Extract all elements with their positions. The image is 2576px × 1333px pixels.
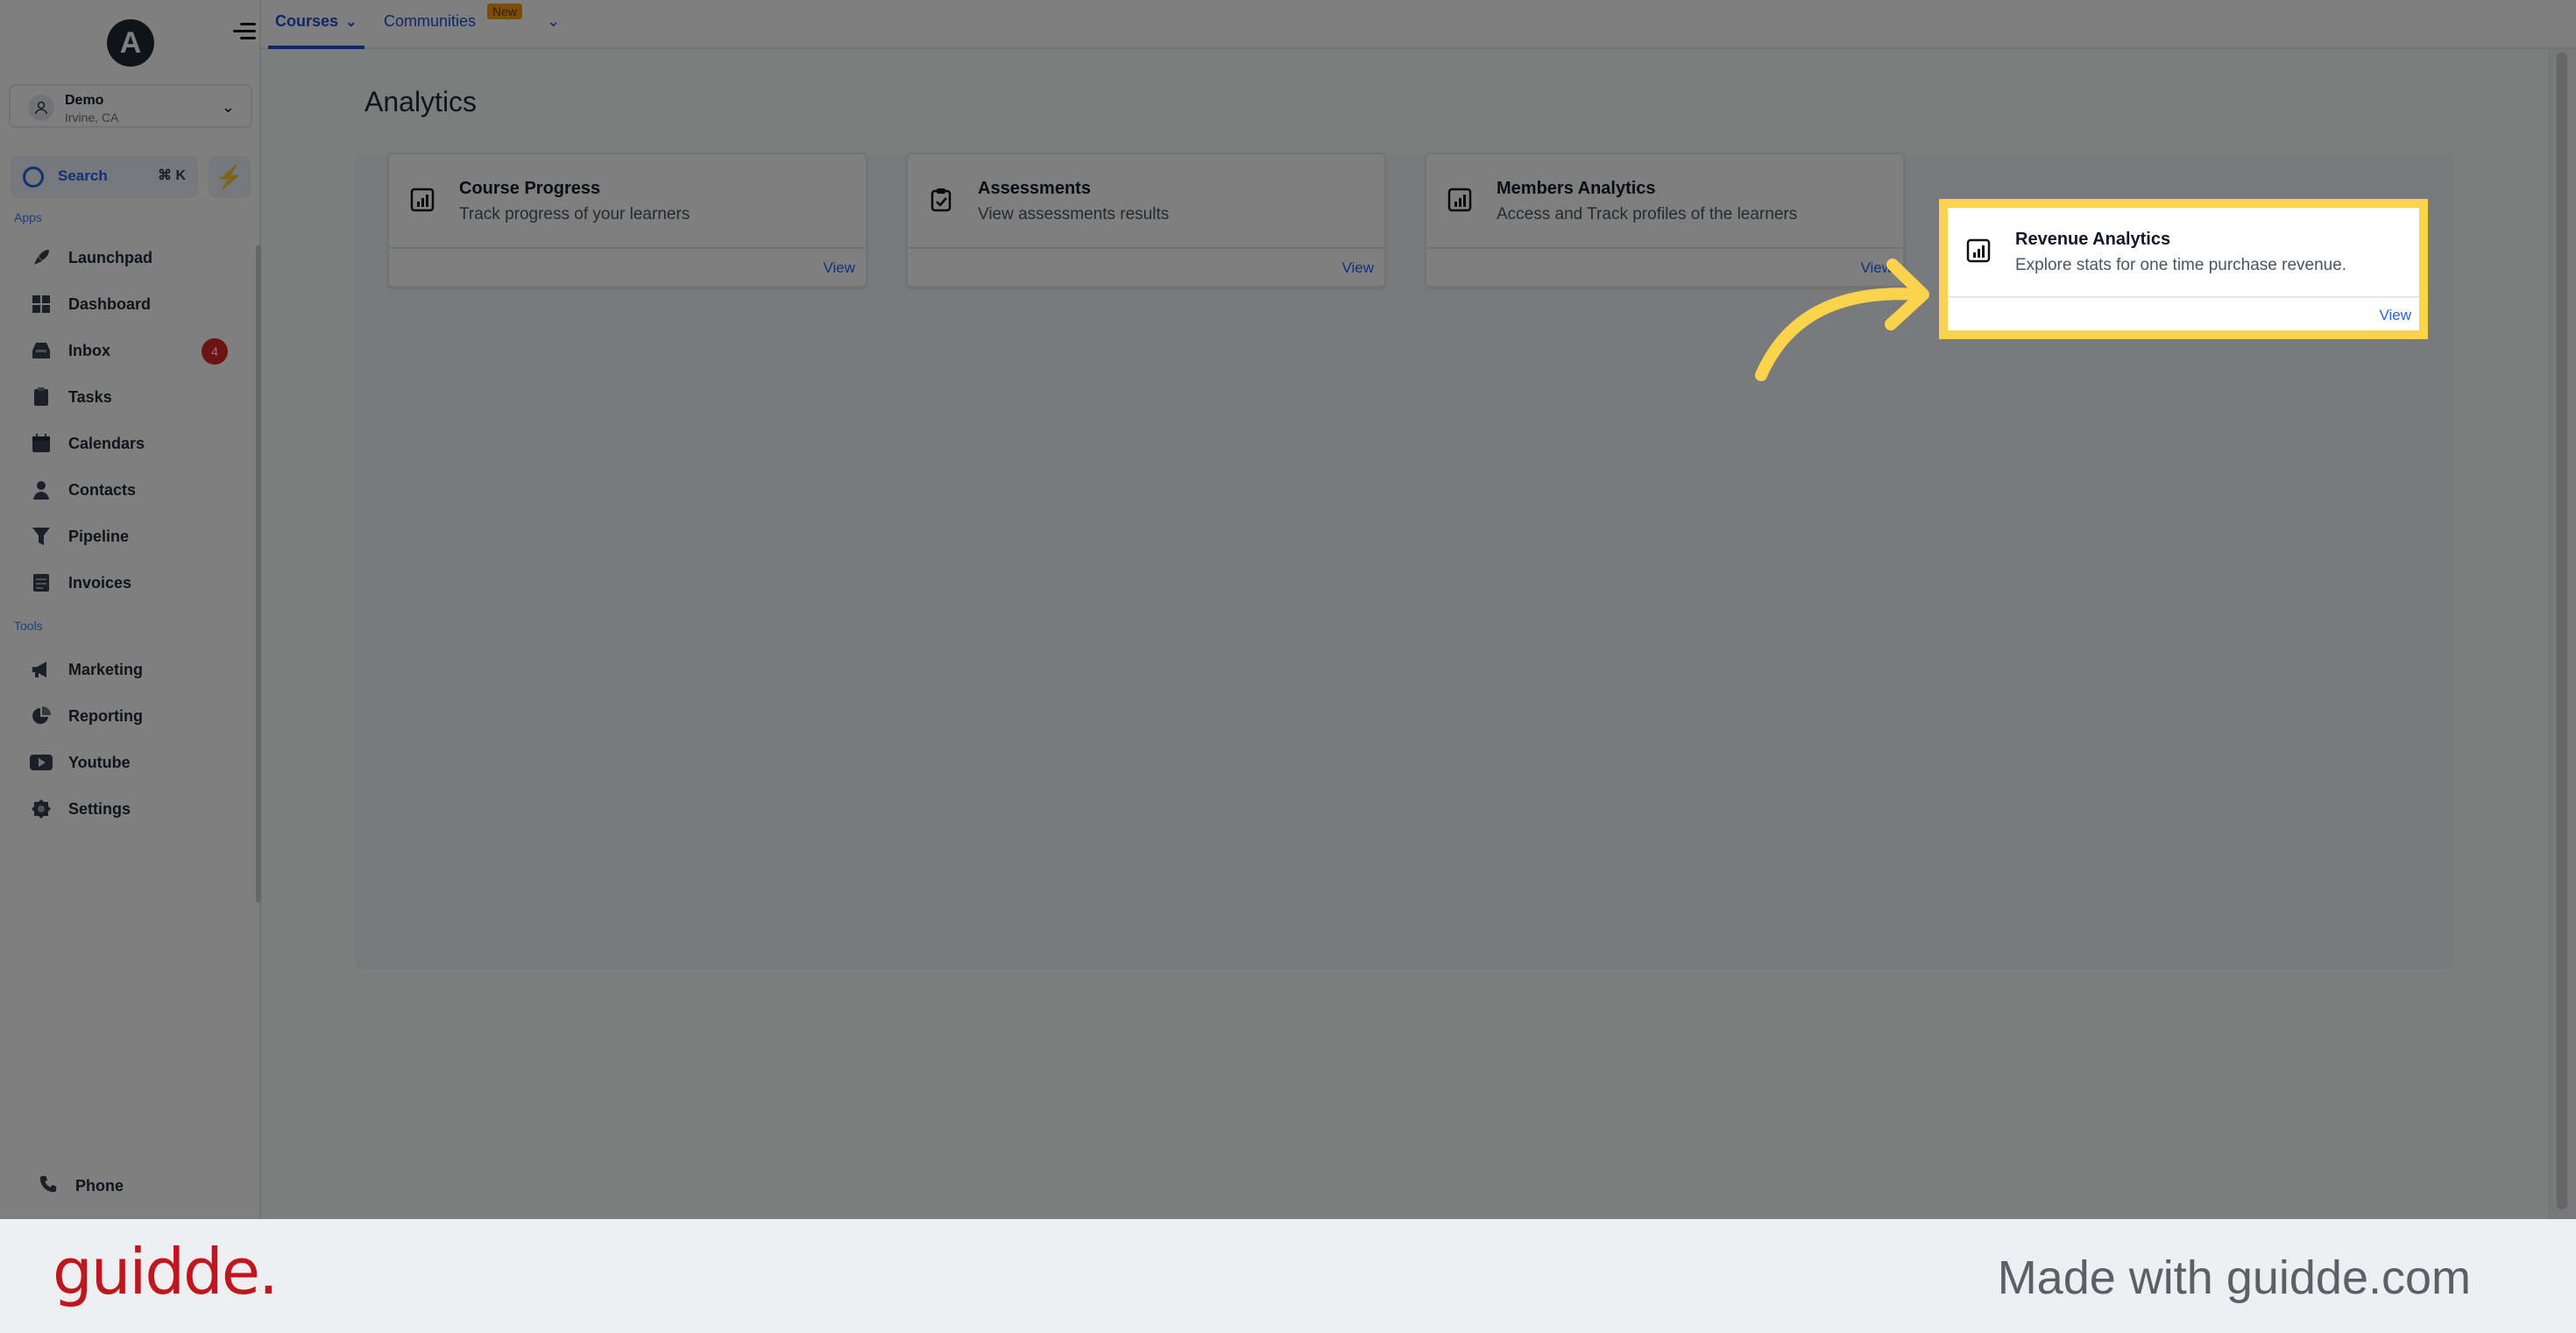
sidebar-item-contacts[interactable]: Contacts <box>30 472 240 507</box>
footer-bar: guidde. Made with guidde.com <box>0 1219 2576 1333</box>
sidebar: A Demo Irvine, CA ⌄ Search ⌘ K ⚡ Apps La… <box>0 0 261 1219</box>
sidebar-item-tasks[interactable]: Tasks <box>30 379 240 415</box>
tasks-icon <box>30 386 53 408</box>
view-link[interactable]: View <box>2379 307 2411 324</box>
account-location: Irvine, CA <box>65 110 119 124</box>
search-shortcut: ⌘ K <box>158 168 186 183</box>
card-title: Revenue Analytics <box>2015 230 2171 249</box>
dashboard-icon <box>30 294 53 315</box>
inbox-icon <box>30 340 53 361</box>
menu-collapse-icon[interactable] <box>233 21 256 42</box>
card-assessments[interactable]: Assessments View assessments results Vie… <box>906 152 1386 287</box>
search-label: Search <box>58 167 108 184</box>
sidebar-item-phone[interactable]: Phone <box>39 1174 124 1198</box>
gear-icon <box>30 798 53 819</box>
card-title: Course Progress <box>459 179 601 198</box>
sidebar-item-settings[interactable]: Settings <box>30 791 240 826</box>
sidebar-item-label: Calendars <box>68 434 145 452</box>
card-description: Access and Track profiles of the learner… <box>1497 205 1798 223</box>
divider <box>389 247 866 249</box>
made-with-text: Made with guidde.com <box>1997 1251 2471 1304</box>
rocket-icon <box>30 247 53 268</box>
card-revenue-analytics[interactable]: Revenue Analytics Explore stats for one … <box>1943 203 2424 335</box>
section-tools-label: Tools <box>14 619 43 633</box>
invoice-icon <box>30 572 53 593</box>
sidebar-item-label: Tasks <box>68 387 112 406</box>
pie-chart-icon <box>30 705 53 727</box>
tab-courses[interactable]: Courses ⌄ <box>275 12 357 31</box>
youtube-icon <box>30 752 53 773</box>
sidebar-item-label: Phone <box>75 1177 124 1195</box>
card-title: Members Analytics <box>1497 179 1656 198</box>
sidebar-item-marketing[interactable]: Marketing <box>30 652 240 687</box>
bar-chart-icon <box>1447 188 1472 212</box>
bar-chart-icon <box>410 188 435 212</box>
search-icon <box>23 167 44 188</box>
view-link[interactable]: View <box>823 259 855 277</box>
user-icon <box>28 95 54 121</box>
sidebar-item-calendars[interactable]: Calendars <box>30 426 240 461</box>
account-switcher[interactable]: Demo Irvine, CA ⌄ <box>9 84 252 128</box>
sidebar-item-dashboard[interactable]: Dashboard <box>30 287 240 322</box>
sidebar-item-label: Pipeline <box>68 527 130 545</box>
guide-arrow-icon <box>1755 259 1929 381</box>
quick-actions-button[interactable]: ⚡ <box>209 156 251 198</box>
view-link[interactable]: View <box>1341 259 1374 277</box>
sidebar-item-label: Dashboard <box>68 294 152 313</box>
tab-label: Courses <box>275 12 339 30</box>
divider <box>908 247 1384 249</box>
contacts-icon <box>30 479 53 500</box>
app-logo[interactable]: A <box>107 19 154 67</box>
card-description: Track progress of your learners <box>459 205 690 223</box>
card-course-progress[interactable]: Course Progress Track progress of your l… <box>387 152 867 287</box>
lightning-icon: ⚡ <box>215 163 244 190</box>
card-title: Assessments <box>978 179 1091 198</box>
phone-icon <box>39 1174 58 1198</box>
chevron-down-icon: ⌄ <box>221 98 235 116</box>
sidebar-item-reporting[interactable]: Reporting <box>30 698 240 734</box>
new-badge: New <box>487 4 523 19</box>
megaphone-icon <box>30 659 53 680</box>
divider <box>1945 296 2422 298</box>
card-description: View assessments results <box>978 205 1170 223</box>
sidebar-item-youtube[interactable]: Youtube <box>30 745 240 780</box>
sidebar-item-pipeline[interactable]: Pipeline <box>30 519 240 554</box>
chevron-down-icon[interactable]: ⌄ <box>547 12 560 31</box>
chevron-down-icon: ⌄ <box>345 14 357 30</box>
sidebar-item-label: Reporting <box>68 706 143 725</box>
card-description: Explore stats for one time purchase reve… <box>2015 256 2347 274</box>
sidebar-item-label: Invoices <box>68 573 132 592</box>
guidde-logo: guidde. <box>53 1235 279 1308</box>
sidebar-item-label: Contacts <box>68 480 137 499</box>
inbox-count-badge: 4 <box>202 338 228 365</box>
tab-label: Communities <box>384 12 477 30</box>
section-apps-label: Apps <box>14 210 42 224</box>
top-navigation: Courses ⌄ Communities New ⌄ <box>261 0 2576 49</box>
main-scrollbar[interactable] <box>2548 49 2576 1219</box>
scrollbar-thumb[interactable] <box>2557 53 2567 1209</box>
sidebar-item-launchpad[interactable]: Launchpad <box>30 240 240 275</box>
sidebar-item-label: Marketing <box>68 660 144 678</box>
bar-chart-icon <box>1966 238 1991 263</box>
sidebar-item-label: Settings <box>68 799 131 818</box>
sidebar-item-label: Inbox <box>68 341 110 359</box>
calendar-icon <box>30 433 53 454</box>
pipeline-icon <box>30 526 53 547</box>
tab-communities[interactable]: Communities <box>384 12 476 31</box>
clipboard-check-icon <box>929 188 953 212</box>
sidebar-item-label: Youtube <box>68 753 131 771</box>
sidebar-item-label: Launchpad <box>68 248 153 266</box>
page-title: Analytics <box>364 86 478 117</box>
account-name: Demo <box>65 93 104 108</box>
sidebar-item-invoices[interactable]: Invoices <box>30 565 240 600</box>
search-button[interactable]: Search ⌘ K <box>11 156 198 198</box>
